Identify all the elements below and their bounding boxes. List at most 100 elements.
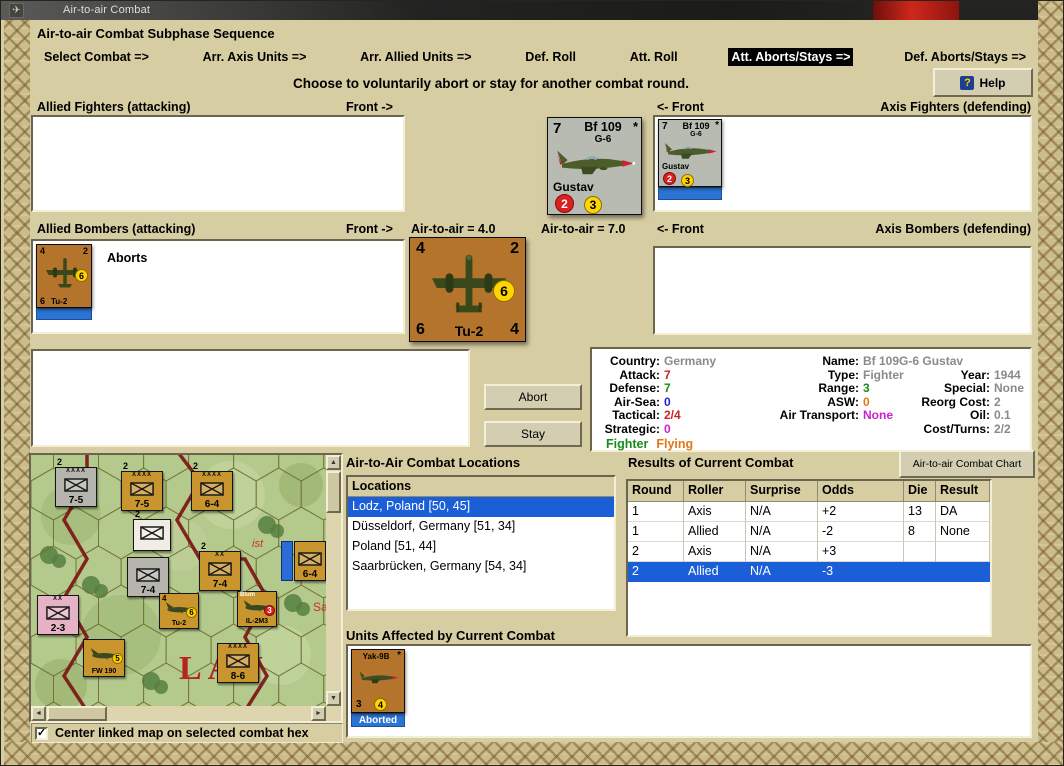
locations-title: Air-to-Air Combat Locations bbox=[346, 455, 521, 470]
stay-button[interactable]: Stay bbox=[484, 421, 582, 447]
abort-button[interactable]: Abort bbox=[484, 384, 582, 410]
map-counter-ground[interactable]: 2 bbox=[133, 509, 171, 551]
map-hscroll-thumb[interactable] bbox=[47, 706, 107, 721]
infantry-symbol-icon bbox=[298, 551, 322, 566]
map-horizontal-scrollbar[interactable]: ◄ ► bbox=[31, 706, 326, 721]
front-arrow-left-label: <- Front bbox=[657, 100, 704, 114]
axis-air-value-label: Air-to-air = 7.0 bbox=[541, 222, 626, 236]
counter-num-br: 4 bbox=[510, 321, 519, 338]
result-surprise: N/A bbox=[746, 522, 818, 542]
map-counter-sliver[interactable] bbox=[281, 541, 293, 581]
map-counter-FW 190[interactable]: FW 190 5 bbox=[83, 639, 125, 677]
map-counter-2-3[interactable]: XX 2-3 bbox=[37, 595, 79, 635]
location-row[interactable]: Düsseldorf, Germany [51, 34] bbox=[348, 517, 614, 537]
location-row[interactable]: Saarbrücken, Germany [54, 34] bbox=[348, 557, 614, 577]
map-counter-IL-2M3[interactable]: Blum IL-2M3 3 bbox=[237, 591, 277, 627]
infantry-symbol-icon bbox=[208, 561, 232, 576]
pilot-name: Gustav bbox=[553, 180, 594, 194]
allied-fighters-list[interactable] bbox=[31, 115, 405, 212]
result-roller: Axis bbox=[684, 542, 746, 562]
counter-strength: 7 bbox=[662, 121, 668, 132]
unit-info-row: Name: Bf 109G-6 Gustav bbox=[822, 354, 964, 368]
unit-info-row: Reorg Cost: 2 bbox=[921, 394, 1001, 409]
allied-fighters-label: Allied Fighters (attacking) bbox=[37, 100, 191, 114]
titlebar[interactable]: ✈ Air-to-air Combat bbox=[1, 1, 1041, 20]
unit-counter-tu2-large[interactable]: 4 2 6 4 Tu-2 6 bbox=[409, 237, 526, 342]
counter-strength: 7 bbox=[553, 120, 562, 137]
unit-counter-bf109-large[interactable]: 7 * Bf 109 G-6 Gustav 2 3 bbox=[547, 117, 642, 215]
result-row[interactable]: 1 Axis N/A +2 13 DA bbox=[628, 502, 990, 522]
map-scroll-left-icon[interactable]: ◄ bbox=[31, 706, 46, 721]
phase-step: Arr. Axis Units => bbox=[202, 50, 307, 64]
map-scroll-up-icon[interactable]: ▲ bbox=[326, 455, 341, 470]
map-counter-Tu-2[interactable]: 4 Tu-2 6 bbox=[159, 593, 199, 629]
phase-step: Def. Roll bbox=[525, 50, 576, 64]
infantry-symbol-icon bbox=[46, 605, 70, 620]
result-outcome bbox=[936, 562, 990, 582]
linked-map[interactable]: LANistSa2XXXX7-52XXXX7-52XXXX6-427-42XX7… bbox=[31, 455, 326, 706]
unit-info-col3: Year: 1944 Special: None Reorg Cost: 2 Oil:… bbox=[910, 368, 1028, 436]
locations-rows: Lodz, Poland [50, 45] Düsseldorf, German… bbox=[348, 497, 614, 577]
map-counter-7-5[interactable]: 2 XXXX 7-5 bbox=[55, 457, 97, 507]
unit-info-row: Attack: 7 bbox=[619, 367, 671, 382]
aborts-label: Aborts bbox=[107, 251, 148, 265]
map-scroll-right-icon[interactable]: ► bbox=[311, 706, 326, 721]
location-row[interactable]: Lodz, Poland [50, 45] bbox=[348, 497, 614, 517]
axis-fighters-list[interactable]: 7 * Bf 109 G-6 Gustav 2 3 bbox=[653, 115, 1032, 212]
map-counter-8-6[interactable]: XXXX 8-6 bbox=[217, 643, 259, 683]
fighter-aircraft-icon bbox=[557, 150, 636, 175]
locations-list[interactable]: Locations Lodz, Poland [50, 45] Düsseldo… bbox=[346, 475, 616, 611]
result-roller: Axis bbox=[684, 502, 746, 522]
unit-counter-bf109-small[interactable]: 7 * Bf 109 G-6 Gustav 2 3 bbox=[658, 119, 722, 187]
selected-units-list[interactable] bbox=[31, 349, 470, 447]
center-map-checkbox[interactable]: ✓ bbox=[35, 727, 48, 740]
map-counter-7-4[interactable]: 2 XX 7-4 bbox=[199, 541, 241, 591]
decorative-border-right bbox=[1038, 1, 1063, 765]
result-row[interactable]: 2 Axis N/A +3 bbox=[628, 542, 990, 562]
result-die: 13 bbox=[904, 502, 936, 522]
axis-bombers-list[interactable] bbox=[653, 246, 1032, 335]
result-row[interactable]: 1 Allied N/A -2 8 None bbox=[628, 522, 990, 542]
unit-counter-yak9b[interactable]: * Yak-9B 3 4 bbox=[351, 649, 405, 713]
map-counter-7-4[interactable]: 7-4 bbox=[127, 557, 169, 597]
allied-bombers-list[interactable]: 4 2 6 Tu-2 6 Aborts bbox=[31, 239, 405, 334]
unit-info-panel: Country: Germany Attack: 7 Defense: 7 Air-S… bbox=[590, 347, 1032, 452]
map-vertical-scrollbar[interactable]: ▲ ▼ bbox=[326, 455, 341, 706]
help-button[interactable]: ? Help bbox=[933, 68, 1033, 97]
infantry-symbol-icon bbox=[140, 526, 164, 540]
map-counter-6-4[interactable]: 2 XXXX 6-4 bbox=[191, 461, 233, 511]
allied-air-value-label: Air-to-air = 4.0 bbox=[411, 222, 496, 236]
location-row[interactable]: Poland [51, 44] bbox=[348, 537, 614, 557]
aborted-status-bar: Aborted bbox=[351, 713, 405, 727]
yellow-hit-badge: 4 bbox=[374, 698, 387, 711]
result-row[interactable]: 2 Allied N/A -3 bbox=[628, 562, 990, 582]
phase-step: Def. Aborts/Stays => bbox=[904, 50, 1026, 64]
result-outcome: None bbox=[936, 522, 990, 542]
map-scroll-down-icon[interactable]: ▼ bbox=[326, 691, 341, 706]
units-affected-list[interactable]: * Yak-9B 3 4 Aborted bbox=[346, 644, 1032, 738]
result-die bbox=[904, 562, 936, 582]
map-counter-6-4[interactable]: 6-4 bbox=[294, 541, 326, 581]
result-die bbox=[904, 542, 936, 562]
combat-chart-button[interactable]: Air-to-air Combat Chart bbox=[899, 450, 1035, 478]
phase-step: Select Combat => bbox=[44, 50, 149, 64]
counter-num-bl: 6 bbox=[416, 321, 425, 338]
unit-info-row: ASW: 0 bbox=[827, 394, 870, 409]
selection-status-bar bbox=[36, 308, 92, 320]
map-vscroll-thumb[interactable] bbox=[326, 471, 341, 513]
axis-fighters-label: Axis Fighters (defending) bbox=[880, 100, 1031, 114]
selection-status-bar bbox=[658, 187, 722, 200]
results-header-cell: Die bbox=[904, 481, 936, 502]
map-counter-7-5[interactable]: 2 XXXX 7-5 bbox=[121, 461, 163, 511]
counter-num-bl: 6 bbox=[40, 296, 46, 306]
red-hit-badge: 2 bbox=[663, 172, 676, 185]
unit-info-row: Air-Sea: 0 bbox=[613, 394, 671, 409]
air-to-air-combat-window: ✈ Air-to-air Combat Air-to-air Combat Su… bbox=[0, 0, 1064, 766]
result-surprise: N/A bbox=[746, 542, 818, 562]
unit-counter-tu2-small[interactable]: 4 2 6 Tu-2 6 bbox=[36, 244, 92, 308]
status-word: Fighter bbox=[606, 437, 649, 451]
counter-name: Tu-2 bbox=[51, 297, 68, 306]
help-label: Help bbox=[979, 75, 1006, 90]
results-header-row: Round Roller Surprise Odds Die Result bbox=[628, 481, 990, 502]
stay-label: Stay bbox=[520, 427, 545, 441]
